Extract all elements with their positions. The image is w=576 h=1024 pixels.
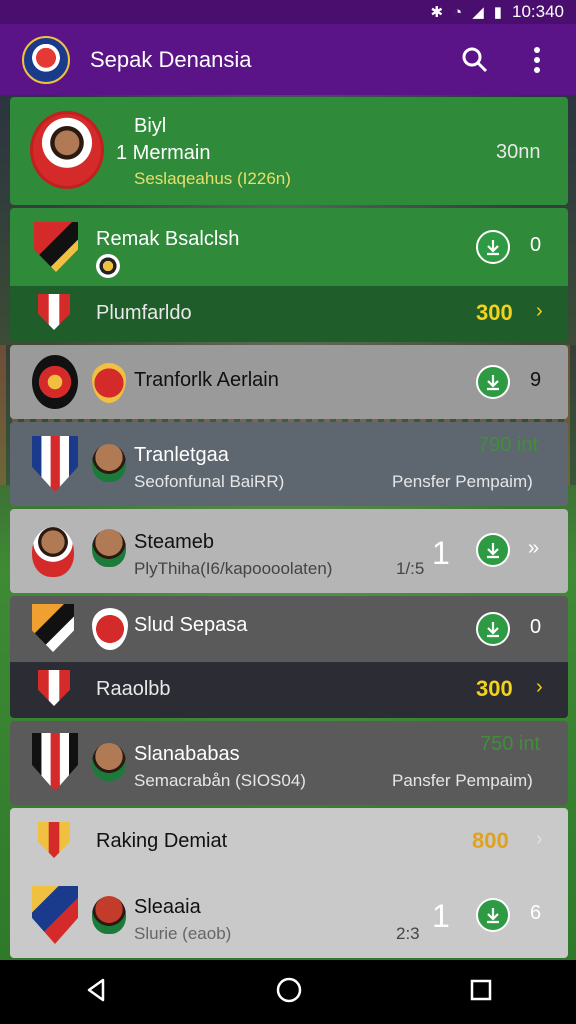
player-avatar bbox=[30, 111, 104, 189]
list-item[interactable]: Slud Sepasa 0 bbox=[10, 596, 568, 662]
more-vert-icon[interactable] bbox=[520, 43, 554, 77]
count-small: 1/:5 bbox=[396, 559, 425, 578]
player-name: 1 Mermain bbox=[116, 142, 211, 164]
player-subtitle: Seofonfunal BaiRR) bbox=[134, 472, 285, 491]
transfer-value: 300 bbox=[476, 300, 513, 325]
back-icon[interactable] bbox=[83, 977, 109, 1008]
club-badge bbox=[92, 363, 126, 403]
chevron-icon[interactable]: › bbox=[536, 676, 543, 699]
home-icon[interactable] bbox=[275, 976, 303, 1009]
club-name: Slud Sepasa bbox=[134, 614, 248, 636]
club-crest bbox=[32, 436, 78, 492]
transfer-value: 800 bbox=[472, 828, 509, 853]
list-item[interactable]: Plumfarldo 300 › bbox=[10, 286, 568, 342]
list-item[interactable]: Steameb PlyThiha(I6/kapoooolaten) 1/:5 1… bbox=[10, 509, 568, 593]
transfer-list: Biyl 1 Mermain Seslaqeahus (I226n) 30nn … bbox=[10, 97, 568, 961]
player-name-top: Biyl bbox=[134, 115, 167, 137]
list-item[interactable]: Biyl 1 Mermain Seslaqeahus (I226n) 30nn bbox=[10, 97, 568, 205]
row-side-value: 9 bbox=[530, 369, 542, 391]
transfer-value: 300 bbox=[476, 676, 513, 701]
status-bar: ✱ ◔ ◢ ▮ 10:340 bbox=[0, 0, 576, 24]
player-avatar bbox=[32, 527, 74, 577]
download-icon[interactable] bbox=[476, 898, 510, 932]
list-item[interactable]: Sleaaia Slurie (eaob) 2:3 1 6 bbox=[10, 874, 568, 958]
club-crest bbox=[38, 294, 70, 330]
player-value: 750 int bbox=[480, 733, 541, 755]
download-icon[interactable] bbox=[476, 365, 510, 399]
count: 1 bbox=[432, 898, 450, 934]
navigation-bar bbox=[0, 960, 576, 1024]
player-subtitle: PlyThiha(I6/kapoooolaten) bbox=[134, 559, 333, 578]
player-subtitle: Semacrabån (SIOS04) bbox=[134, 771, 306, 790]
player-avatar bbox=[92, 444, 126, 482]
bluetooth-icon: ✱ bbox=[430, 4, 444, 21]
chevron-icon[interactable]: › bbox=[536, 828, 543, 851]
club-crest bbox=[38, 822, 70, 858]
download-icon[interactable] bbox=[476, 533, 510, 567]
chevron-icon[interactable]: › bbox=[536, 300, 543, 323]
recents-icon[interactable] bbox=[469, 978, 493, 1007]
battery-icon: ▮ bbox=[493, 4, 502, 21]
player-avatar bbox=[92, 743, 126, 781]
club-crest bbox=[32, 733, 78, 791]
club-name: Remak Bsalclsh bbox=[96, 228, 240, 250]
player-avatar bbox=[92, 529, 126, 567]
status-time: 10:340 bbox=[512, 2, 564, 21]
club-crest bbox=[32, 355, 78, 409]
transfer-label: Pansfer Pempaim) bbox=[392, 771, 533, 790]
club-name: Raking Demiat bbox=[96, 830, 228, 852]
app-title: Sepak Denansia bbox=[90, 46, 252, 72]
list-item[interactable]: Raaolbb 300 › bbox=[10, 662, 568, 718]
player-subtitle: Seslaqeahus (I226n) bbox=[134, 169, 291, 188]
club-name: Plumfarldo bbox=[96, 302, 192, 324]
list-item[interactable]: Raking Demiat 800 › bbox=[10, 808, 568, 874]
player-name: Tranletgaa bbox=[134, 444, 229, 466]
list-item[interactable]: Slanababas Semacrabån (SIOS04) 750 int P… bbox=[10, 721, 568, 805]
count-small: 2:3 bbox=[396, 924, 420, 943]
app-bar: Sepak Denansia bbox=[0, 24, 576, 95]
list-item[interactable]: Tranforlk Aerlain 9 bbox=[10, 345, 568, 419]
player-name: Slanababas bbox=[134, 743, 240, 765]
list-item[interactable]: Tranletgaa Seofonfunal BaiRR) 790 int Pe… bbox=[10, 422, 568, 506]
ball-icon bbox=[96, 254, 120, 278]
wifi-icon: ◔ bbox=[453, 3, 463, 21]
list-item[interactable]: Remak Bsalclsh 0 bbox=[10, 208, 568, 286]
club-crest bbox=[32, 604, 74, 652]
player-value: 30nn bbox=[496, 141, 541, 163]
club-name: Tranforlk Aerlain bbox=[134, 369, 279, 391]
app-logo bbox=[22, 35, 70, 84]
club-badge bbox=[92, 608, 128, 650]
club-crest bbox=[38, 670, 70, 706]
row-side-value: 6 bbox=[530, 902, 542, 924]
signal-icon: ◢ bbox=[472, 4, 484, 21]
download-icon[interactable] bbox=[476, 230, 510, 264]
count: 1 bbox=[432, 535, 450, 571]
search-icon[interactable] bbox=[458, 43, 492, 77]
player-avatar bbox=[92, 896, 126, 934]
club-name: Raaolbb bbox=[96, 678, 171, 700]
row-side-value: 0 bbox=[530, 616, 542, 638]
player-subtitle: Slurie (eaob) bbox=[134, 924, 232, 943]
player-value: 790 int bbox=[478, 434, 539, 456]
club-crest bbox=[34, 222, 78, 272]
player-name: Steameb bbox=[134, 531, 215, 553]
download-icon[interactable] bbox=[476, 612, 510, 646]
club-crest bbox=[32, 886, 78, 944]
player-name: Sleaaia bbox=[134, 896, 201, 918]
row-side-value: 0 bbox=[530, 234, 542, 256]
row-side-value: » bbox=[528, 537, 540, 559]
transfer-label: Pensfer Pempaim) bbox=[392, 472, 533, 491]
